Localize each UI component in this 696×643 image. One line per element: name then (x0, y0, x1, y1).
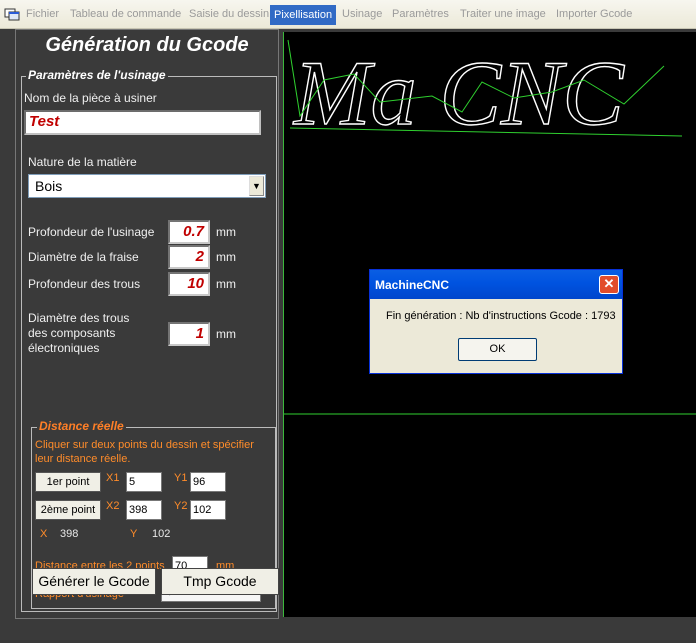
holes-diameter-unit: mm (216, 327, 236, 341)
depth-label: Profondeur de l'usinage (28, 225, 155, 239)
menu-pixellisation[interactable]: Pixellisation (270, 5, 337, 25)
cutter-unit: mm (216, 250, 236, 264)
first-point-button[interactable]: 1er point (35, 472, 101, 492)
holes-diameter-input[interactable]: 1 (168, 322, 210, 346)
y1-label: Y1 (174, 472, 188, 484)
y2-label: Y2 (174, 500, 188, 512)
info-dialog: MachineCNC ✕ Fin génération : Nb d'instr… (369, 269, 623, 374)
menu-fichier[interactable]: Fichier (26, 8, 59, 20)
y1-input[interactable]: 96 (190, 472, 226, 492)
x1-label: X1 (106, 472, 120, 484)
material-select[interactable]: Bois ▼ (28, 174, 266, 198)
distance-instructions-2: leur distance réelle. (35, 453, 131, 465)
menu-saisie-du-dessin[interactable]: Saisie du dessin (189, 8, 269, 20)
dialog-message: Fin génération : Nb d'instructions Gcode… (386, 310, 616, 322)
holes-diameter-label-3: électroniques (28, 341, 100, 355)
panel-title: Génération du Gcode (45, 34, 249, 56)
machining-params-legend: Paramètres de l'usinage (26, 68, 168, 82)
second-point-button[interactable]: 2ème point (35, 500, 101, 520)
cutter-label: Diamètre de la fraise (28, 250, 139, 264)
generate-gcode-button[interactable]: Générer le Gcode (32, 568, 156, 595)
cursor-y-value: 102 (152, 528, 171, 540)
menu-bar: Fichier Tableau de commande Saisie du de… (0, 0, 696, 29)
part-name-input[interactable]: Test (24, 110, 261, 135)
tmp-gcode-button[interactable]: Tmp Gcode (161, 568, 279, 595)
ok-button[interactable]: OK (458, 338, 537, 361)
distance-instructions-1: Cliquer sur deux points du dessin et spé… (35, 439, 254, 451)
dialog-title: MachineCNC (375, 278, 450, 292)
x1-input[interactable]: 5 (126, 472, 162, 492)
gcode-panel: Génération du Gcode Paramètres de l'usin… (15, 29, 279, 619)
holes-depth-unit: mm (216, 277, 236, 291)
x2-label: X2 (106, 500, 120, 512)
chevron-down-icon[interactable]: ▼ (249, 176, 264, 196)
menu-usinage[interactable]: Usinage (342, 8, 382, 20)
menu-parametres[interactable]: Paramètres (392, 8, 449, 20)
app-icon[interactable] (4, 7, 20, 21)
holes-depth-input[interactable]: 10 (168, 272, 210, 296)
material-value: Bois (35, 178, 63, 194)
menu-tableau-de-commande[interactable]: Tableau de commande (70, 8, 181, 20)
holes-diameter-label-2: des composants (28, 326, 116, 340)
menu-traiter-une-image[interactable]: Traiter une image (460, 8, 546, 20)
cursor-y-label: Y (130, 528, 138, 540)
x2-input[interactable]: 398 (126, 500, 162, 520)
cutter-diameter-input[interactable]: 2 (168, 245, 210, 269)
material-label: Nature de la matière (28, 155, 137, 169)
y2-input[interactable]: 102 (190, 500, 226, 520)
close-icon[interactable]: ✕ (599, 275, 619, 294)
real-distance-legend: Distance réelle (37, 419, 126, 433)
depth-input[interactable]: 0.7 (168, 220, 210, 244)
holes-diameter-label-1: Diamètre des trous (28, 311, 130, 325)
cursor-x-label: X (40, 528, 48, 540)
menu-importer-gcode[interactable]: Importer Gcode (556, 8, 632, 20)
part-name-label: Nom de la pièce à usiner (24, 91, 157, 105)
depth-unit: mm (216, 225, 236, 239)
cursor-x-value: 398 (60, 528, 79, 540)
holes-depth-label: Profondeur des trous (28, 277, 141, 291)
dialog-titlebar[interactable]: MachineCNC ✕ (370, 270, 622, 299)
machining-params-group: Paramètres de l'usinage Nom de la pièce … (21, 68, 277, 612)
